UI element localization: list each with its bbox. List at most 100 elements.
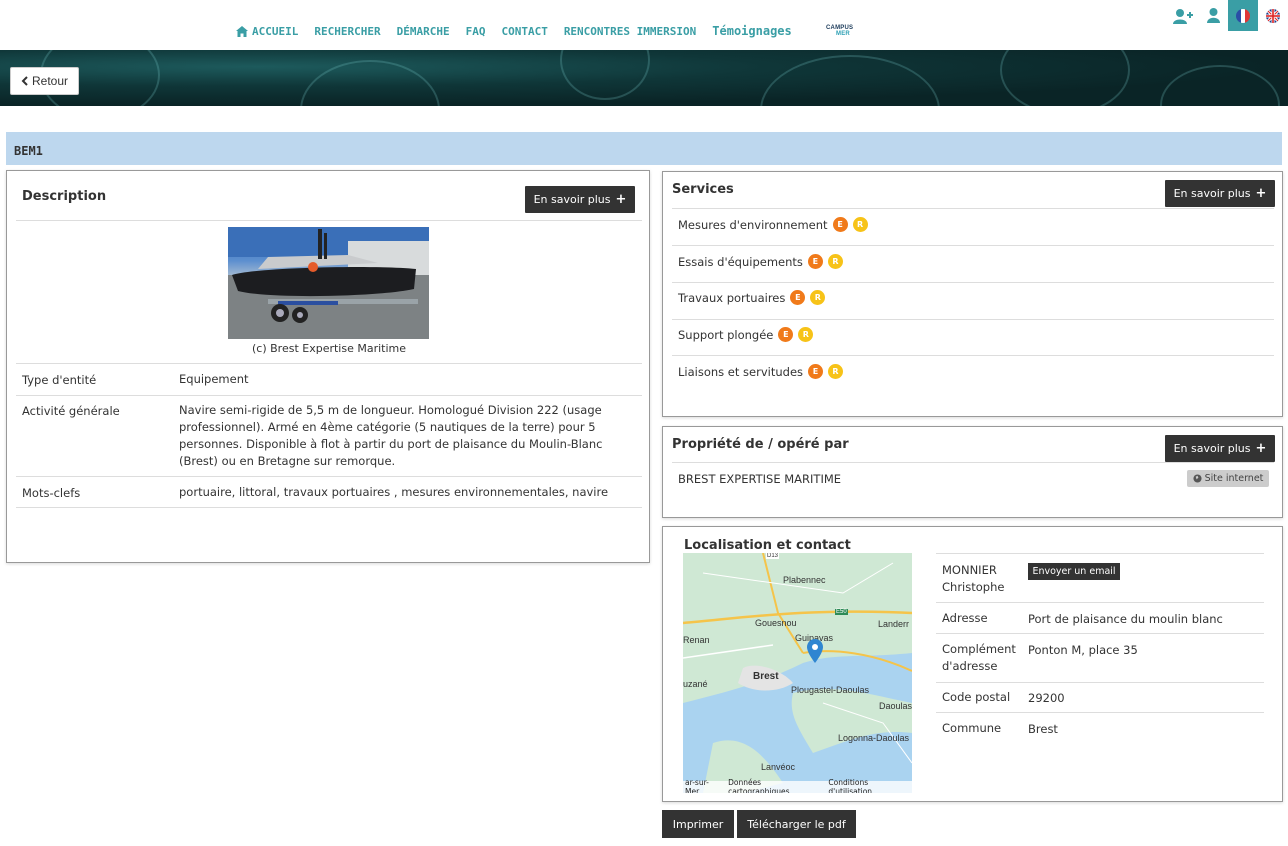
- map-footer: ar-sur-Mer Données cartographiques Condi…: [683, 778, 912, 793]
- service-label: Essais d'équipements: [678, 254, 803, 269]
- city-label: Commune: [942, 721, 1002, 735]
- activity-label: Activité générale: [22, 404, 120, 418]
- location-panel: Localisation et contact Plabennec Gouesn…: [662, 526, 1283, 802]
- back-button[interactable]: Retour: [10, 67, 79, 95]
- services-more-button[interactable]: En savoir plus +: [1165, 180, 1275, 207]
- top-navbar: ACCUEIL RECHERCHER DÉMARCHE FAQ CONTACT …: [0, 0, 1288, 50]
- map-place: Daoulas: [879, 701, 912, 711]
- map-pin-icon[interactable]: [807, 639, 823, 663]
- map-place: Renan: [683, 635, 710, 645]
- main-menu: ACCUEIL RECHERCHER DÉMARCHE FAQ CONTACT …: [236, 24, 808, 38]
- owner-name: BREST EXPERTISE MARITIME: [678, 472, 842, 486]
- map-tiles: [683, 553, 912, 793]
- service-item: Essais d'équipements E R: [678, 254, 843, 269]
- postal-code-label: Code postal: [942, 690, 1011, 704]
- nav-faq[interactable]: FAQ: [466, 24, 486, 38]
- services-panel: Services En savoir plus + Mesures d'envir…: [662, 171, 1283, 417]
- location-map[interactable]: Plabennec Gouesnou Guipavas Landerr Rena…: [683, 553, 912, 793]
- map-footer-left: ar-sur-Mer: [685, 778, 709, 793]
- map-terms-link[interactable]: Conditions d'utilisation: [828, 778, 912, 793]
- divider: [672, 462, 1274, 463]
- service-item: Mesures d'environnement E R: [678, 217, 868, 232]
- divider: [16, 363, 642, 364]
- divider: [16, 476, 642, 477]
- lang-fr-button[interactable]: [1228, 0, 1258, 31]
- owner-panel: Propriété de / opéré par En savoir plus +…: [662, 426, 1283, 518]
- divider: [16, 507, 642, 508]
- contact-name: MONNIER Christophe: [942, 562, 1004, 596]
- badge-r: R: [827, 254, 843, 269]
- boat-image: [228, 227, 429, 339]
- road-badge: D13: [766, 553, 780, 559]
- header-actions: [1168, 0, 1288, 31]
- website-button[interactable]: Site internet: [1187, 470, 1269, 487]
- badge-e: E: [808, 364, 824, 379]
- entity-type-value: Equipement: [179, 372, 249, 386]
- badge-e: E: [778, 327, 794, 342]
- badge-e: E: [790, 290, 806, 305]
- service-label: Mesures d'environnement: [678, 217, 828, 232]
- user-icon: [1206, 8, 1220, 23]
- map-place: Logonna-Daoulas: [838, 733, 910, 743]
- badge-r: R: [852, 217, 868, 232]
- map-data-link[interactable]: Données cartographiques: [728, 778, 822, 793]
- nav-contact[interactable]: CONTACT: [501, 24, 547, 38]
- more-label: En savoir plus: [1173, 187, 1251, 200]
- equipment-photo: [228, 227, 429, 339]
- nav-temoignages[interactable]: Témoignages: [712, 24, 791, 38]
- badge-r: R: [828, 364, 844, 379]
- service-label: Support plongée: [678, 327, 774, 342]
- plus-icon: +: [1255, 441, 1267, 456]
- login-button[interactable]: [1198, 0, 1228, 31]
- divider: [672, 208, 1274, 209]
- plus-icon: +: [615, 192, 627, 207]
- address-complement-label: Complément d'adresse: [942, 642, 1016, 673]
- divider: [936, 602, 1264, 603]
- campus-mer-logo[interactable]: CAMPUS MER: [826, 25, 853, 37]
- service-item: Travaux portuaires E R: [678, 290, 826, 305]
- badge-e: E: [832, 217, 848, 232]
- nav-label: ACCUEIL: [252, 24, 299, 38]
- header-banner: [0, 50, 1288, 106]
- description-more-button[interactable]: En savoir plus +: [525, 186, 635, 213]
- send-email-button[interactable]: Envoyer un email: [1028, 563, 1120, 580]
- globe-icon: [1193, 474, 1202, 483]
- nav-demarche[interactable]: DÉMARCHE: [397, 24, 450, 38]
- service-label: Travaux portuaires: [678, 290, 786, 305]
- keywords-label: Mots-clefs: [22, 486, 81, 500]
- website-label: Site internet: [1204, 473, 1264, 484]
- keywords-value: portuaire, littoral, travaux portuaires …: [179, 485, 609, 499]
- activity-value: Navire semi-rigide de 5,5 m de longueur.…: [179, 403, 603, 468]
- lang-en-button[interactable]: [1258, 0, 1288, 31]
- chevron-left-icon: [21, 76, 28, 86]
- address-value: Port de plaisance du moulin blanc: [1028, 612, 1223, 626]
- divider: [936, 553, 1264, 554]
- badge-e: E: [807, 254, 823, 269]
- description-panel: Description En savoir plus + (c) Brest Ex…: [6, 170, 650, 563]
- nav-accueil[interactable]: ACCUEIL: [236, 24, 298, 38]
- map-place: Gouesnou: [755, 618, 797, 628]
- address-complement-value: Ponton M, place 35: [1028, 643, 1138, 657]
- user-plus-icon: [1173, 8, 1193, 24]
- service-label: Liaisons et servitudes: [678, 364, 804, 379]
- divider: [672, 319, 1274, 320]
- print-button[interactable]: Imprimer: [662, 810, 734, 838]
- register-button[interactable]: [1168, 0, 1198, 31]
- uk-flag-icon: [1266, 8, 1280, 23]
- france-flag-icon: [1236, 8, 1250, 23]
- nav-rechercher[interactable]: RECHERCHER: [314, 24, 380, 38]
- nav-rencontres[interactable]: RENCONTRES IMMERSION: [564, 24, 696, 38]
- owner-heading: Propriété de / opéré par: [672, 437, 849, 452]
- download-pdf-button[interactable]: Télécharger le pdf: [737, 810, 856, 838]
- address-label: Adresse: [942, 611, 988, 625]
- entity-type-label: Type d'entité: [22, 373, 97, 387]
- divider: [936, 633, 1264, 634]
- map-place: Brest: [753, 671, 779, 682]
- postal-code-value: 29200: [1028, 691, 1065, 705]
- more-label: En savoir plus: [533, 193, 611, 206]
- owner-more-button[interactable]: En savoir plus +: [1165, 435, 1275, 462]
- page-title: BEM1: [6, 132, 1282, 165]
- more-label: En savoir plus: [1173, 442, 1251, 455]
- map-place: Lanvéoc: [761, 762, 796, 772]
- service-item: Support plongée E R: [678, 327, 814, 342]
